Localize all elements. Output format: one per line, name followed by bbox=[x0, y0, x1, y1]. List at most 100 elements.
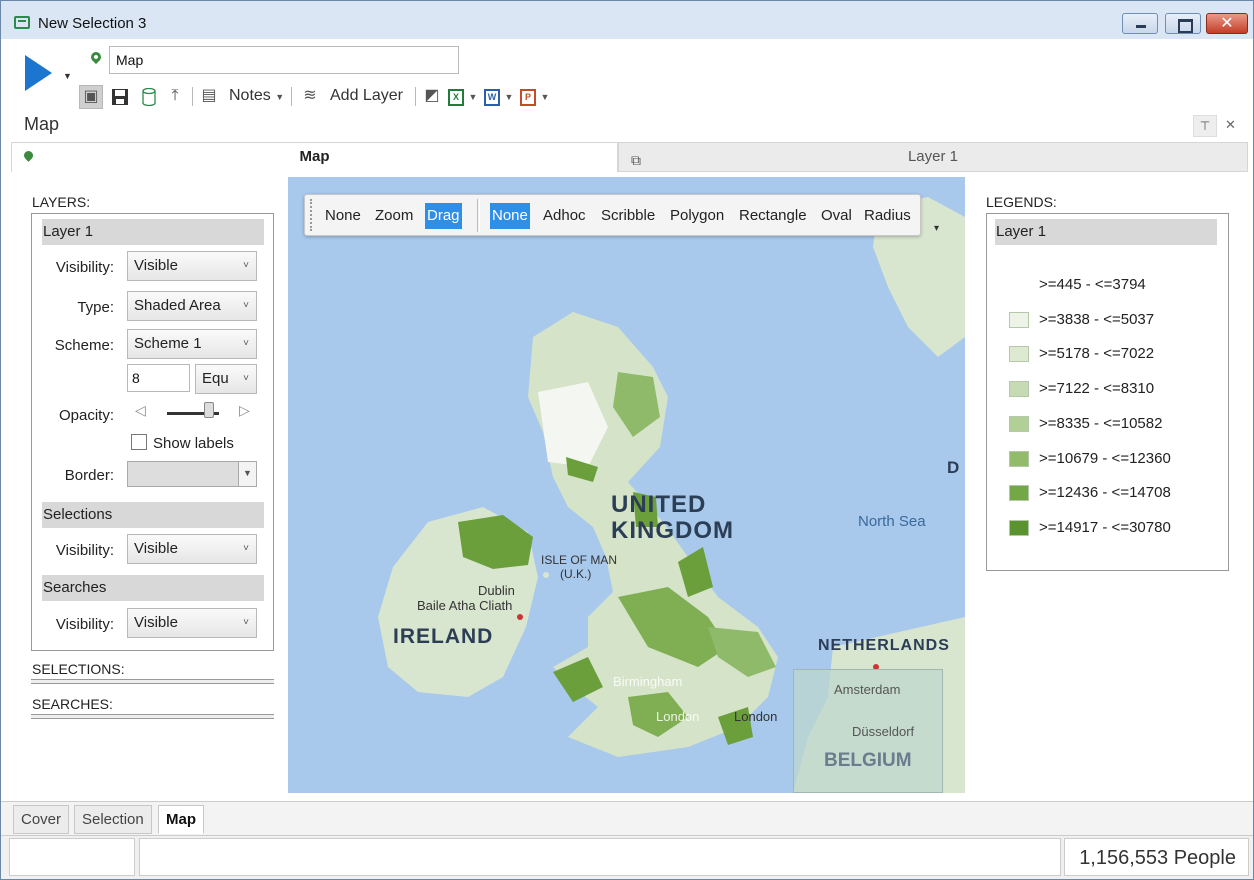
map-label-north-sea: North Sea bbox=[858, 513, 926, 530]
classification-method-value: Equ bbox=[202, 370, 229, 387]
chevron-down-icon: ˅ bbox=[243, 373, 249, 384]
toolbar-separator bbox=[291, 87, 292, 106]
classification-method-select[interactable]: Equ ˅ bbox=[195, 364, 257, 394]
pointer-icon[interactable]: ◩ bbox=[420, 85, 444, 109]
save-icon[interactable] bbox=[108, 85, 132, 109]
toolbar-grip-icon[interactable] bbox=[310, 199, 313, 231]
tab-map[interactable]: Map bbox=[11, 142, 618, 172]
searches-group-header[interactable]: Searches bbox=[42, 575, 264, 601]
tab-layer-1[interactable]: ⧉ Layer 1 bbox=[618, 142, 1248, 172]
excel-icon: X bbox=[448, 89, 464, 106]
map-label-london-ghost: London bbox=[656, 709, 700, 724]
sheet-tab-cover[interactable]: Cover bbox=[13, 805, 70, 834]
searches-visibility-select[interactable]: Visible ˅ bbox=[127, 608, 257, 638]
nav-drag-button[interactable]: Drag bbox=[425, 203, 462, 229]
excel-dropdown-icon: ▼ bbox=[468, 92, 478, 102]
chevron-down-icon: ˅ bbox=[243, 543, 249, 554]
map-pin-icon bbox=[88, 49, 104, 65]
export-word-button[interactable]: W ▼ bbox=[484, 85, 513, 109]
export-excel-button[interactable]: X ▼ bbox=[448, 85, 477, 109]
sheet-tab-map[interactable]: Map bbox=[158, 805, 204, 834]
export-powerpoint-button[interactable]: P ▼ bbox=[520, 85, 549, 109]
select-radius-button[interactable]: Radius bbox=[862, 203, 913, 229]
select-scribble-button[interactable]: Scribble bbox=[599, 203, 657, 229]
legend-label: >=7122 - <=8310 bbox=[1039, 380, 1155, 398]
layer-type-value: Shaded Area bbox=[134, 297, 221, 314]
selections-visibility-select[interactable]: Visible ˅ bbox=[127, 534, 257, 564]
slider-decrease-icon[interactable]: ◁ bbox=[135, 402, 146, 419]
legend-label: >=3838 - <=5037 bbox=[1039, 310, 1155, 328]
selections-visibility-value: Visible bbox=[134, 540, 178, 557]
map-tool-toolbar: None Zoom Drag None Adhoc Scribble Polyg… bbox=[304, 194, 921, 236]
scheme-label: Scheme: bbox=[54, 337, 114, 354]
close-pane-icon[interactable]: ✕ bbox=[1225, 117, 1236, 133]
notes-button[interactable]: Notes ▼ bbox=[229, 85, 284, 109]
database-icon[interactable] bbox=[137, 85, 161, 109]
run-button[interactable] bbox=[25, 55, 52, 91]
selections-list[interactable] bbox=[31, 679, 274, 684]
main-toolbar: ▼ ▣ ⤒ ▤ Notes ▼ ≋ Add Layer ◩ X ▼ W ▼ P … bbox=[1, 39, 1253, 111]
opacity-slider-thumb[interactable] bbox=[203, 402, 214, 418]
sheet-tab-selection[interactable]: Selection bbox=[74, 805, 152, 834]
legend-swatch bbox=[1009, 450, 1029, 467]
map-label-isle-of-man: ISLE OF MAN bbox=[541, 553, 618, 567]
nav-none-button[interactable]: None bbox=[323, 203, 363, 229]
legend-swatch bbox=[1009, 346, 1029, 363]
overview-minimap[interactable]: Amsterdam Düsseldorf BELGIUM bbox=[793, 669, 943, 793]
add-layer-button[interactable]: Add Layer bbox=[330, 85, 403, 109]
add-layer-icon[interactable]: ≋ bbox=[298, 85, 322, 109]
chevron-down-icon: ˅ bbox=[243, 338, 249, 349]
show-labels-checkbox[interactable] bbox=[131, 434, 147, 450]
tab-layer-label: Layer 1 bbox=[907, 148, 959, 165]
legend-panel: LEGENDS: Layer 1 >=445 - <=3794 >=3838 - … bbox=[973, 177, 1251, 797]
export-icon[interactable]: ⤒ bbox=[163, 85, 187, 109]
toolbar-overflow-icon[interactable]: ▾ bbox=[934, 223, 939, 234]
lock-icon[interactable]: ▣ bbox=[79, 85, 103, 109]
selections-visibility-label: Visibility: bbox=[55, 542, 114, 559]
legend-swatch bbox=[1009, 311, 1029, 328]
slider-increase-icon[interactable]: ▷ bbox=[239, 402, 250, 419]
pin-pane-icon[interactable]: ⊤ bbox=[1193, 115, 1217, 137]
notes-icon[interactable]: ▤ bbox=[197, 85, 221, 109]
scheme-select[interactable]: Scheme 1 ˅ bbox=[127, 329, 257, 359]
sheet-tabs: Cover Selection Map bbox=[1, 801, 1253, 835]
nav-zoom-button[interactable]: Zoom bbox=[373, 203, 415, 229]
legend-swatch bbox=[1009, 277, 1029, 293]
close-button[interactable]: ✕ bbox=[1206, 13, 1248, 34]
selections-group-header[interactable]: Selections bbox=[42, 502, 264, 528]
toolbar-separator bbox=[477, 199, 480, 232]
layer-type-select[interactable]: Shaded Area ˅ bbox=[127, 291, 257, 321]
map-label-dublin: Dublin bbox=[478, 583, 515, 598]
map-label-isle-of-man-uk: (U.K.) bbox=[560, 567, 592, 581]
legend-layer-header[interactable]: Layer 1 bbox=[995, 219, 1217, 245]
map-label-ireland: IRELAND bbox=[393, 625, 494, 648]
border-label: Border: bbox=[64, 467, 114, 484]
maximize-button[interactable] bbox=[1165, 13, 1201, 34]
map-name-input[interactable] bbox=[109, 46, 459, 74]
chevron-down-icon: ▼ bbox=[238, 462, 256, 486]
notes-dropdown-icon: ▼ bbox=[275, 92, 285, 102]
minimize-button[interactable] bbox=[1122, 13, 1158, 34]
legend-label: >=14917 - <=30780 bbox=[1039, 518, 1171, 536]
map-label-uk-line1: UNITED bbox=[611, 491, 707, 518]
select-oval-button[interactable]: Oval bbox=[819, 203, 854, 229]
select-none-button[interactable]: None bbox=[490, 203, 530, 229]
searches-list[interactable] bbox=[31, 714, 274, 719]
class-count-input[interactable] bbox=[127, 364, 190, 392]
layer-visibility-select[interactable]: Visible ˅ bbox=[127, 251, 257, 281]
layer-header[interactable]: Layer 1 bbox=[42, 219, 264, 245]
toolbar-separator bbox=[192, 87, 193, 106]
border-select[interactable]: ▼ bbox=[127, 461, 257, 487]
searches-visibility-label: Visibility: bbox=[55, 616, 114, 633]
opacity-label: Opacity: bbox=[58, 407, 114, 424]
chevron-down-icon: ˅ bbox=[243, 300, 249, 311]
chevron-down-icon: ˅ bbox=[243, 617, 249, 628]
searches-visibility-value: Visible bbox=[134, 614, 178, 631]
map-label-netherlands: NETHERLANDS bbox=[818, 637, 950, 654]
window-title: New Selection 3 bbox=[38, 15, 147, 32]
run-dropdown-icon[interactable]: ▼ bbox=[63, 71, 72, 81]
select-polygon-button[interactable]: Polygon bbox=[668, 203, 726, 229]
legends-section-label: LEGENDS: bbox=[986, 194, 1057, 210]
select-rectangle-button[interactable]: Rectangle bbox=[737, 203, 809, 229]
select-adhoc-button[interactable]: Adhoc bbox=[541, 203, 588, 229]
